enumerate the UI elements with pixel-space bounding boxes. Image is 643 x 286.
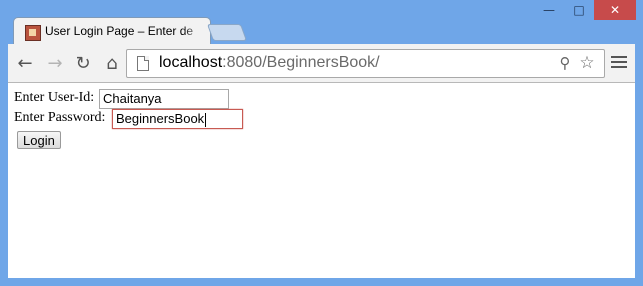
back-arrow-icon[interactable]: ← xyxy=(14,52,36,74)
minimize-button[interactable]: — xyxy=(534,0,564,20)
tab-title-fade xyxy=(182,20,206,42)
reload-icon[interactable]: ↻ xyxy=(72,52,94,74)
page-icon xyxy=(137,56,149,71)
close-window-button[interactable]: ✕ xyxy=(594,0,636,20)
zoom-search-icon[interactable]: ⚲ xyxy=(555,53,575,73)
userid-input[interactable]: Chaitanya xyxy=(99,89,229,109)
password-label: Enter Password: xyxy=(14,110,106,125)
browser-window-frame: — □ ✕ User Login Page – Enter de ← → ↻ ⌂… xyxy=(0,0,643,286)
hamburger-menu-icon[interactable] xyxy=(610,53,628,71)
password-input[interactable]: BeginnersBook xyxy=(112,109,243,129)
bookmark-star-icon[interactable]: ☆ xyxy=(577,53,597,73)
tomcat-favicon-icon xyxy=(25,25,41,41)
new-tab-button[interactable] xyxy=(206,24,248,41)
browser-tab-active[interactable]: User Login Page – Enter de xyxy=(13,17,211,45)
tab-title: User Login Page – Enter de xyxy=(45,24,194,38)
url-host: localhost xyxy=(159,54,223,71)
browser-toolbar: ← → ↻ ⌂ localhost:8080/BeginnersBook/ ⚲ … xyxy=(8,44,635,83)
maximize-button[interactable]: □ xyxy=(564,0,594,20)
home-icon[interactable]: ⌂ xyxy=(101,52,123,74)
forward-arrow-icon[interactable]: → xyxy=(44,52,66,74)
login-button[interactable]: Login xyxy=(17,131,61,149)
userid-label: Enter User-Id: xyxy=(14,90,95,105)
password-value: BeginnersBook xyxy=(116,111,205,126)
address-bar[interactable]: localhost:8080/BeginnersBook/ ⚲ ☆ xyxy=(126,49,605,78)
url-text[interactable]: localhost:8080/BeginnersBook/ xyxy=(159,54,380,72)
userid-value: Chaitanya xyxy=(103,91,162,106)
window-controls: — □ ✕ xyxy=(534,0,636,22)
page-content: Enter User-Id: Chaitanya Enter Password:… xyxy=(8,83,635,278)
url-path: :8080/BeginnersBook/ xyxy=(222,54,380,71)
text-caret xyxy=(205,112,207,127)
